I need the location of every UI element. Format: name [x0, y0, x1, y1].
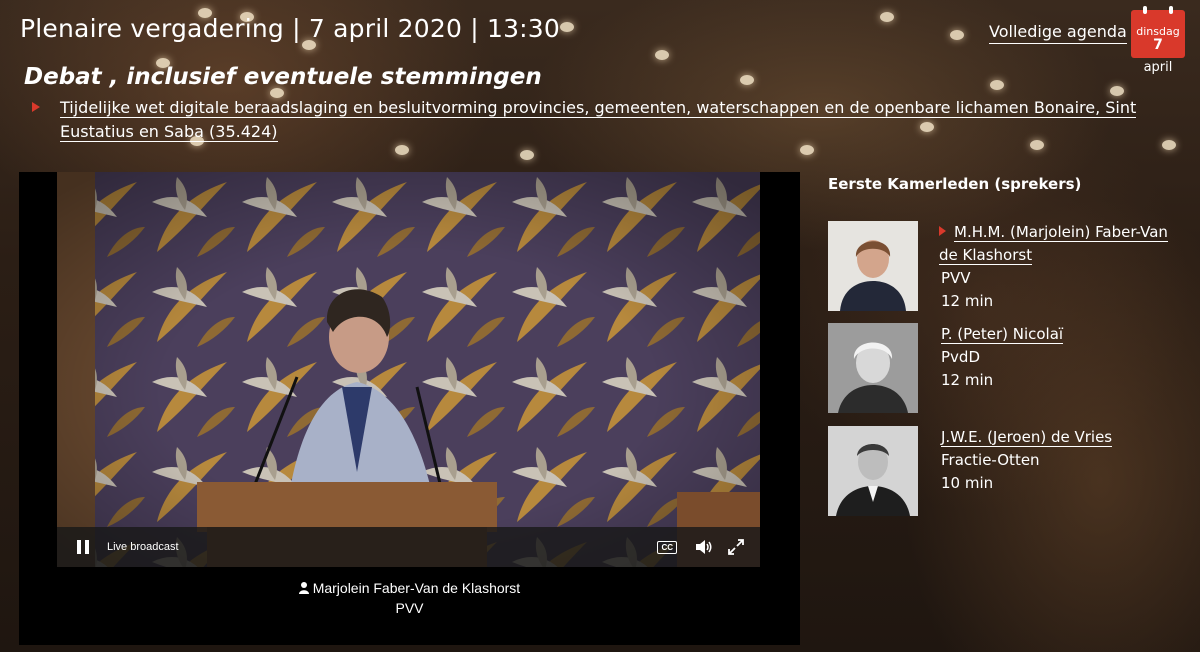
speaker-party: PVV	[941, 269, 971, 287]
speaker-name-link[interactable]: J.W.E. (Jeroen) de Vries	[941, 428, 1113, 447]
speaker-photo[interactable]	[828, 426, 918, 516]
speaker-info: J.W.E. (Jeroen) de Vries Fractie-Otten 1…	[941, 426, 1191, 495]
speaker-card: P. (Peter) Nicolaï PvdD 12 min	[828, 323, 1188, 415]
calendar-day: 7	[1153, 37, 1163, 53]
volume-icon[interactable]	[695, 539, 713, 555]
full-agenda-link[interactable]: Volledige agenda	[989, 22, 1127, 44]
video-frame[interactable]: Live broadcast CC	[57, 172, 760, 567]
speaker-name-link[interactable]: M.H.M. (Marjolein) Faber-Van de Klashors…	[939, 223, 1168, 265]
speaker-time: 12 min	[941, 292, 994, 310]
speaker-info: M.H.M. (Marjolein) Faber-Van de Klashors…	[939, 221, 1191, 313]
caption-speaker-name: Marjolein Faber-Van de Klashorst	[312, 580, 521, 596]
page-title: Plenaire vergadering | 7 april 2020 | 13…	[20, 14, 561, 43]
speaker-time: 12 min	[941, 371, 994, 389]
agenda-item-link[interactable]: Tijdelijke wet digitale beraadslaging en…	[60, 98, 1137, 142]
speaker-photo[interactable]	[828, 323, 918, 413]
calendar-icon[interactable]: dinsdag 7	[1131, 6, 1185, 58]
speaker-name-link[interactable]: P. (Peter) Nicolaï	[941, 325, 1064, 344]
speaker-time: 10 min	[941, 474, 994, 492]
video-player: Live broadcast CC Marjolein Faber-Van de…	[19, 172, 800, 645]
speaker-info: P. (Peter) Nicolaï PvdD 12 min	[941, 323, 1191, 392]
calendar-weekday: dinsdag	[1136, 25, 1180, 38]
speaker-card: J.W.E. (Jeroen) de Vries Fractie-Otten 1…	[828, 426, 1188, 518]
video-still	[57, 172, 760, 567]
active-speaker-icon	[939, 226, 946, 236]
live-broadcast-label: Live broadcast	[107, 541, 179, 553]
fullscreen-icon[interactable]	[728, 539, 744, 555]
speaker-party: Fractie-Otten	[941, 451, 1040, 469]
cc-icon[interactable]: CC	[657, 541, 677, 554]
current-speaker-caption: Marjolein Faber-Van de Klashorst PVV	[19, 578, 800, 618]
speaker-photo[interactable]	[828, 221, 918, 311]
agenda-item: Tijdelijke wet digitale beraadslaging en…	[60, 96, 1170, 144]
speaker-card: M.H.M. (Marjolein) Faber-Van de Klashors…	[828, 221, 1188, 313]
speakers-heading: Eerste Kamerleden (sprekers)	[828, 175, 1082, 193]
bullet-triangle-icon	[32, 102, 40, 112]
pause-icon[interactable]	[74, 539, 94, 555]
caption-speaker-party: PVV	[395, 600, 424, 616]
debate-title: Debat , inclusief eventuele stemmingen	[24, 64, 542, 90]
speaker-party: PvdD	[941, 348, 980, 366]
calendar-month: april	[1143, 60, 1173, 75]
person-icon	[298, 582, 309, 594]
video-controls: Live broadcast CC	[57, 527, 760, 567]
